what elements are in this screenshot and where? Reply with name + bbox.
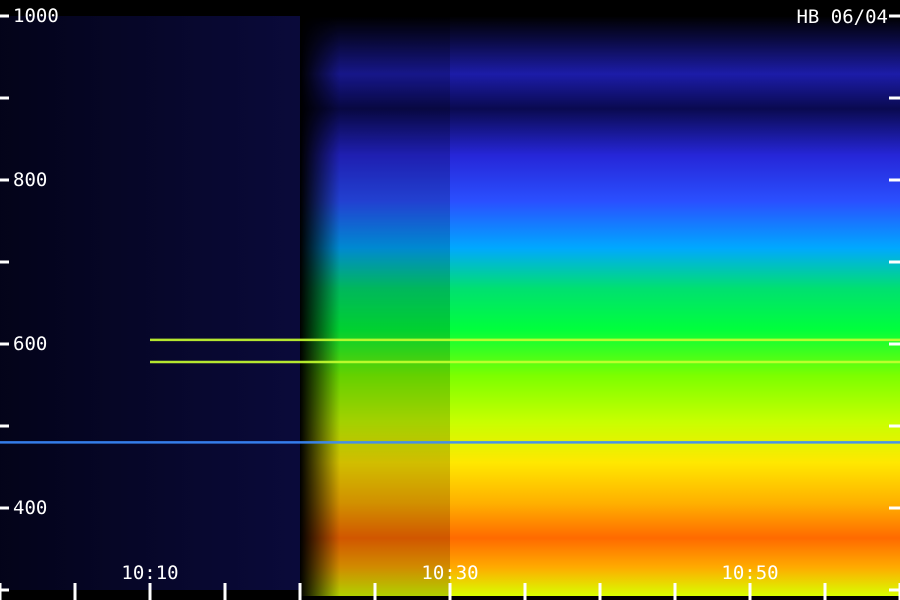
y-tick-label: 800 xyxy=(13,169,47,191)
spectrogram-heatmap xyxy=(0,0,900,600)
x-tick-label: 10:10 xyxy=(121,562,178,584)
y-tick-label: 400 xyxy=(13,497,47,519)
y-tick-label: 1000 xyxy=(13,5,59,27)
chart-title: HB 06/04 xyxy=(796,6,888,28)
y-tick-label: 600 xyxy=(13,333,47,355)
spectrogram-chart: 1000 800 600 400 10:10 10:30 10:50 HB 06/04 xyxy=(0,0,900,600)
x-tick-label: 10:50 xyxy=(721,562,778,584)
heatmap-early-dim xyxy=(300,16,450,596)
x-tick-label: 10:30 xyxy=(421,562,478,584)
